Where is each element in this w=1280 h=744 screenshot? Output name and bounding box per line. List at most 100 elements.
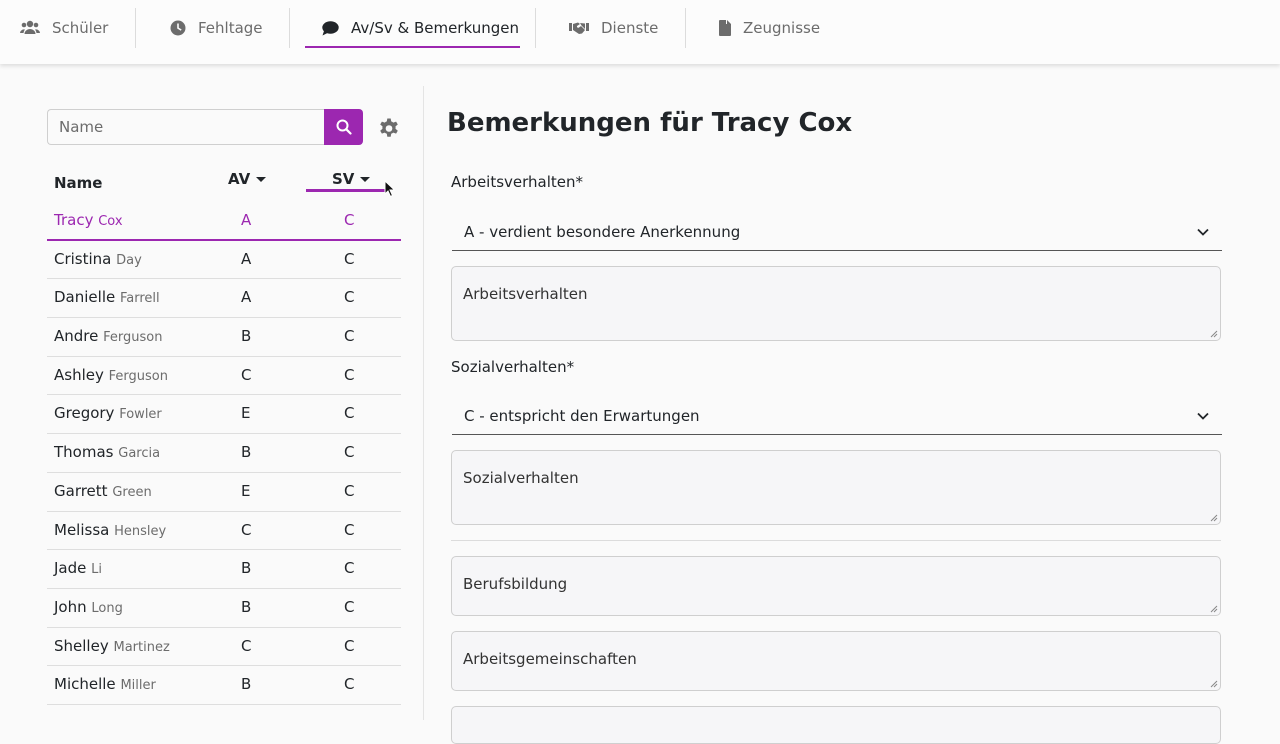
sv-grade: C bbox=[344, 559, 355, 578]
av-select-value: A - verdient besondere Anerkennung bbox=[464, 222, 741, 241]
table-row[interactable]: Tracy Cox A C bbox=[47, 202, 401, 241]
search-input[interactable] bbox=[47, 109, 325, 145]
table-row[interactable]: Ashley Ferguson C C bbox=[47, 357, 401, 396]
tab-label: Schüler bbox=[52, 19, 109, 37]
section-divider bbox=[451, 540, 1221, 541]
caret-down-icon bbox=[256, 176, 267, 182]
resize-grip-icon[interactable] bbox=[1210, 680, 1218, 688]
resize-grip-icon[interactable] bbox=[1210, 605, 1218, 613]
last-name: Garcia bbox=[118, 446, 161, 462]
first-name: Thomas bbox=[54, 443, 114, 462]
last-name: Green bbox=[112, 484, 152, 500]
page-title: Bemerkungen für Tracy Cox bbox=[447, 108, 853, 138]
tab-divider bbox=[289, 8, 290, 48]
av-textarea[interactable]: Arbeitsverhalten bbox=[451, 266, 1221, 341]
av-grade: E bbox=[241, 404, 251, 423]
gear-icon[interactable] bbox=[377, 116, 401, 140]
student-name: John Long bbox=[54, 598, 123, 616]
resize-grip-icon[interactable] bbox=[1210, 514, 1218, 522]
last-name: Fowler bbox=[119, 407, 162, 423]
sv-grade: C bbox=[344, 636, 355, 655]
arbeitsgemeinschaften-placeholder: Arbeitsgemeinschaften bbox=[463, 650, 637, 668]
arbeitsgemeinschaften-textarea[interactable]: Arbeitsgemeinschaften bbox=[451, 631, 1221, 691]
first-name: Melissa bbox=[54, 520, 110, 539]
berufsbildung-textarea[interactable]: Berufsbildung bbox=[451, 556, 1221, 616]
table-row[interactable]: Gregory Fowler E C bbox=[47, 395, 401, 435]
table-row[interactable]: Jade Li B C bbox=[47, 550, 401, 589]
chevron-down-icon bbox=[1197, 412, 1209, 420]
av-label: Arbeitsverhalten* bbox=[451, 173, 584, 191]
resize-grip-icon[interactable] bbox=[1210, 330, 1218, 338]
tab-divider bbox=[135, 8, 136, 48]
sv-grade: C bbox=[344, 288, 355, 307]
sv-grade: C bbox=[344, 597, 355, 616]
table-row[interactable]: Danielle Farrell A C bbox=[47, 279, 401, 319]
tab-fehltage[interactable]: Fehltage bbox=[170, 0, 263, 56]
student-name: Ashley Ferguson bbox=[54, 366, 168, 384]
table-row[interactable]: Thomas Garcia B C bbox=[47, 434, 401, 473]
caret-down-icon bbox=[360, 176, 371, 182]
sv-grade: C bbox=[344, 481, 355, 500]
column-header-name[interactable]: Name bbox=[54, 174, 102, 192]
first-name: Michelle bbox=[54, 675, 116, 694]
sv-textarea[interactable]: Sozialverhalten bbox=[451, 450, 1221, 525]
last-name: Martinez bbox=[113, 639, 170, 655]
tab-label: Dienste bbox=[601, 19, 659, 37]
panel-divider bbox=[423, 86, 424, 720]
last-name: Li bbox=[91, 562, 103, 578]
sv-grade: C bbox=[344, 520, 355, 539]
last-name: Hensley bbox=[114, 523, 167, 539]
student-name: Jade Li bbox=[54, 559, 102, 577]
tab-schueler[interactable]: Schüler bbox=[20, 0, 108, 56]
first-name: Tracy bbox=[54, 211, 94, 229]
sv-grade: C bbox=[344, 249, 355, 268]
av-grade: C bbox=[241, 520, 252, 539]
additional-textarea[interactable] bbox=[451, 706, 1221, 744]
av-grade: A bbox=[241, 211, 252, 229]
first-name: Shelley bbox=[54, 636, 109, 655]
table-row[interactable]: Michelle Miller B C bbox=[47, 666, 401, 705]
sv-grade: C bbox=[344, 211, 355, 229]
sv-header-label: SV bbox=[332, 170, 355, 188]
sv-select-value: C - entspricht den Erwartungen bbox=[464, 406, 700, 425]
search-button[interactable] bbox=[324, 109, 363, 145]
table-row[interactable]: Melissa Hensley C C bbox=[47, 512, 401, 551]
comment-icon bbox=[322, 20, 339, 35]
berufsbildung-placeholder: Berufsbildung bbox=[463, 575, 568, 593]
file-icon bbox=[719, 20, 731, 36]
sv-label: Sozialverhalten* bbox=[451, 358, 575, 376]
first-name: Cristina bbox=[54, 249, 112, 268]
sv-sort-indicator bbox=[306, 189, 390, 192]
table-row[interactable]: Cristina Day A C bbox=[47, 241, 401, 280]
table-row[interactable]: John Long B C bbox=[47, 589, 401, 628]
sv-select[interactable]: C - entspricht den Erwartungen bbox=[452, 397, 1222, 435]
first-name: Garrett bbox=[54, 481, 108, 500]
column-header-sv[interactable]: SV bbox=[332, 170, 371, 188]
first-name: John bbox=[54, 597, 87, 616]
av-grade: C bbox=[241, 365, 252, 384]
student-name: Tracy Cox bbox=[54, 211, 123, 229]
av-grade: B bbox=[241, 327, 252, 346]
av-header-label: AV bbox=[228, 170, 251, 188]
student-name: Thomas Garcia bbox=[54, 443, 160, 461]
active-tab-indicator bbox=[305, 46, 520, 48]
mouse-cursor-icon bbox=[384, 180, 396, 198]
av-grade: B bbox=[241, 597, 252, 616]
column-header-av[interactable]: AV bbox=[228, 170, 267, 188]
table-row[interactable]: Garrett Green E C bbox=[47, 473, 401, 512]
tab-zeugnisse[interactable]: Zeugnisse bbox=[719, 0, 820, 56]
tab-label: Av/Sv & Bemerkungen bbox=[351, 19, 519, 37]
student-name: Shelley Martinez bbox=[54, 637, 170, 655]
table-row[interactable]: Andre Ferguson B C bbox=[47, 318, 401, 357]
tab-dienste[interactable]: Dienste bbox=[569, 0, 658, 56]
av-select[interactable]: A - verdient besondere Anerkennung bbox=[452, 213, 1222, 251]
av-grade: B bbox=[241, 675, 252, 694]
sv-grade: C bbox=[344, 404, 355, 423]
last-name: Cox bbox=[98, 214, 123, 229]
student-list: Tracy Cox A C Cristina Day A C Danielle … bbox=[47, 202, 401, 705]
table-row[interactable]: Shelley Martinez C C bbox=[47, 628, 401, 667]
users-icon bbox=[20, 20, 40, 34]
student-name: Andre Ferguson bbox=[54, 327, 162, 345]
last-name: Miller bbox=[120, 678, 156, 694]
av-textarea-placeholder: Arbeitsverhalten bbox=[463, 285, 588, 303]
